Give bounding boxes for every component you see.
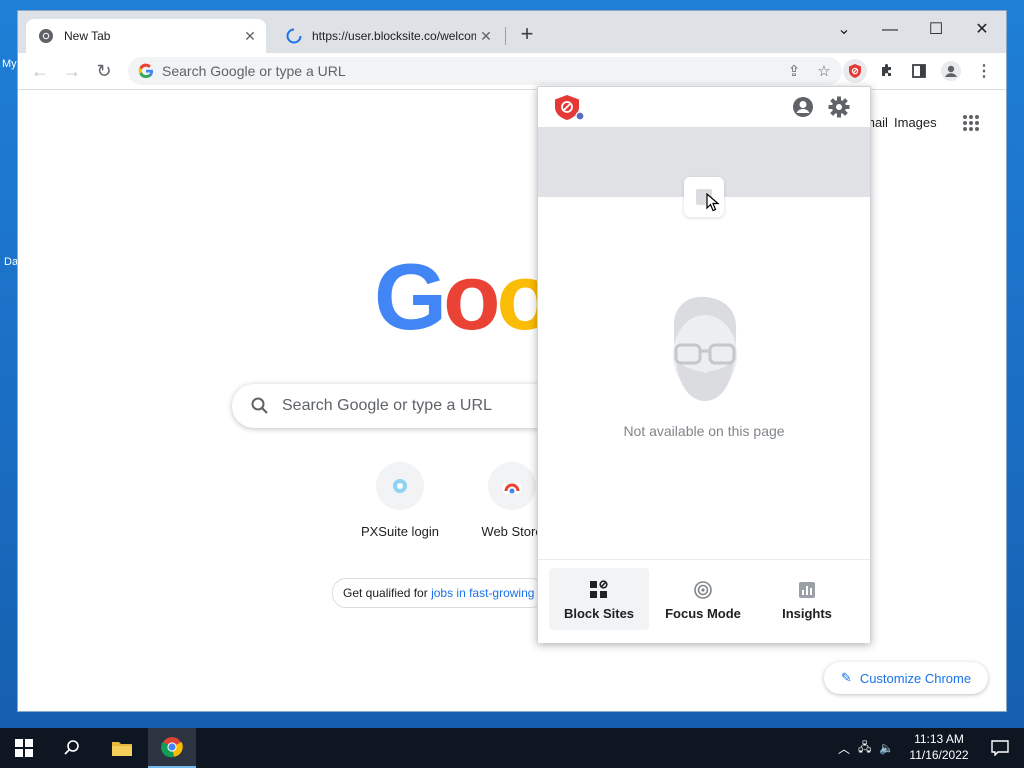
bookmark-star-icon[interactable]: ☆ (812, 59, 836, 83)
back-button[interactable]: ← (26, 57, 54, 85)
search-placeholder: Search Google or type a URL (282, 397, 492, 414)
blocksite-extension-icon[interactable] (843, 59, 867, 83)
tab-strip: New Tab ✕ https://user.blocksite.co/welc… (18, 11, 1006, 53)
shortcut-pxsuite-login[interactable]: PXSuite login (344, 462, 456, 539)
focus-mode-label: Focus Mode (665, 606, 741, 621)
close-window-button[interactable]: ✕ (968, 17, 996, 43)
blocksite-logo-icon (554, 94, 585, 127)
system-tray: ︿ 🖧 🔈 (838, 728, 894, 768)
reload-button[interactable]: ↻ (90, 57, 118, 85)
close-icon[interactable]: ✕ (240, 28, 260, 45)
google-apps-grid-icon[interactable] (962, 114, 980, 132)
share-icon[interactable]: ⇪ (782, 59, 806, 83)
customize-chrome-button[interactable]: ✎ Customize Chrome (824, 662, 988, 694)
block-sites-tab[interactable]: Block Sites (549, 568, 649, 630)
notifications-button[interactable] (976, 728, 1024, 768)
pxsuite-favicon-icon (376, 462, 424, 510)
tab-separator (505, 27, 506, 45)
search-icon (64, 740, 79, 755)
forward-button[interactable]: → (58, 57, 86, 85)
promo-text: Get qualified for (343, 586, 432, 600)
promo-banner: Get qualified for jobs in fast-growing (332, 578, 546, 608)
insights-tab[interactable]: Insights (757, 568, 857, 630)
profile-avatar-icon[interactable] (939, 59, 963, 83)
close-icon[interactable]: ✕ (476, 28, 496, 45)
insights-label: Insights (782, 606, 832, 621)
blocksite-popup: Not available on this page Block Sites F… (537, 86, 871, 643)
web-store-icon (488, 462, 536, 510)
shortcut-label: PXSuite login (360, 524, 440, 539)
bearded-man-illustration-icon (662, 293, 746, 408)
google-g-icon (138, 63, 154, 79)
volume-icon[interactable]: 🔈 (879, 741, 894, 755)
desktop-icon-label[interactable]: My (2, 58, 17, 70)
clock-date: 11/16/2022 (909, 748, 969, 762)
omnibox-placeholder: Search Google or type a URL (162, 63, 346, 79)
insights-chart-icon (757, 578, 857, 602)
account-icon[interactable] (792, 96, 814, 123)
desktop-icon-label[interactable]: Da (4, 256, 18, 268)
windows-logo-icon (15, 739, 33, 757)
site-favicon-placeholder (684, 177, 724, 217)
chrome-taskbar-button[interactable] (148, 728, 196, 768)
customize-label: Customize Chrome (859, 670, 972, 686)
omnibox[interactable]: Search Google or type a URL ⇪ ☆ (128, 57, 842, 85)
clock-time: 11:13 AM (914, 732, 964, 746)
search-icon (250, 396, 270, 416)
kebab-menu-icon[interactable]: ⋮ (972, 59, 996, 83)
notification-icon (991, 740, 1009, 756)
maximize-button[interactable]: ☐ (922, 17, 950, 43)
block-sites-icon (549, 578, 649, 602)
popup-footer-nav: Block Sites Focus Mode Insights (538, 559, 870, 643)
taskbar-clock[interactable]: 11:13 AM 11/16/2022 (904, 731, 974, 763)
settings-gear-icon[interactable] (828, 96, 850, 123)
network-icon[interactable]: 🖧 (858, 738, 871, 759)
block-sites-label: Block Sites (563, 606, 635, 621)
side-panel-icon[interactable] (907, 59, 931, 83)
extensions-puzzle-icon[interactable] (875, 59, 899, 83)
chevron-up-icon[interactable]: ︿ (838, 740, 850, 757)
images-link[interactable]: Images (894, 115, 937, 130)
not-available-message: Not available on this page (623, 423, 785, 439)
new-tab-button[interactable]: + (515, 23, 539, 47)
windows-taskbar: ︿ 🖧 🔈 11:13 AM 11/16/2022 (0, 728, 1024, 768)
start-button[interactable] (0, 728, 48, 768)
tab-title: New Tab (64, 29, 111, 43)
chrome-icon (161, 737, 183, 758)
tab-search-chevron-icon[interactable]: ⌄ (830, 17, 858, 43)
focus-target-icon (653, 578, 753, 602)
folder-icon (112, 742, 132, 756)
popup-header (538, 87, 870, 127)
chrome-icon (38, 28, 54, 44)
tab-blocksite-welcome[interactable]: https://user.blocksite.co/welcome ✕ (274, 19, 502, 53)
file-explorer-button[interactable] (98, 728, 146, 768)
minimize-button[interactable]: — (876, 17, 904, 43)
tab-title: https://user.blocksite.co/welcome (312, 29, 476, 43)
focus-mode-tab[interactable]: Focus Mode (653, 568, 753, 630)
mouse-cursor-icon (706, 193, 720, 212)
browser-toolbar: ← → ↻ Search Google or type a URL ⇪ ☆ ⋮ (18, 53, 1006, 90)
pencil-icon: ✎ (840, 670, 852, 685)
promo-link[interactable]: jobs in fast-growing (431, 586, 534, 600)
loading-icon (286, 28, 302, 44)
taskbar-search-button[interactable] (48, 728, 96, 768)
tab-new-tab[interactable]: New Tab ✕ (26, 19, 266, 53)
